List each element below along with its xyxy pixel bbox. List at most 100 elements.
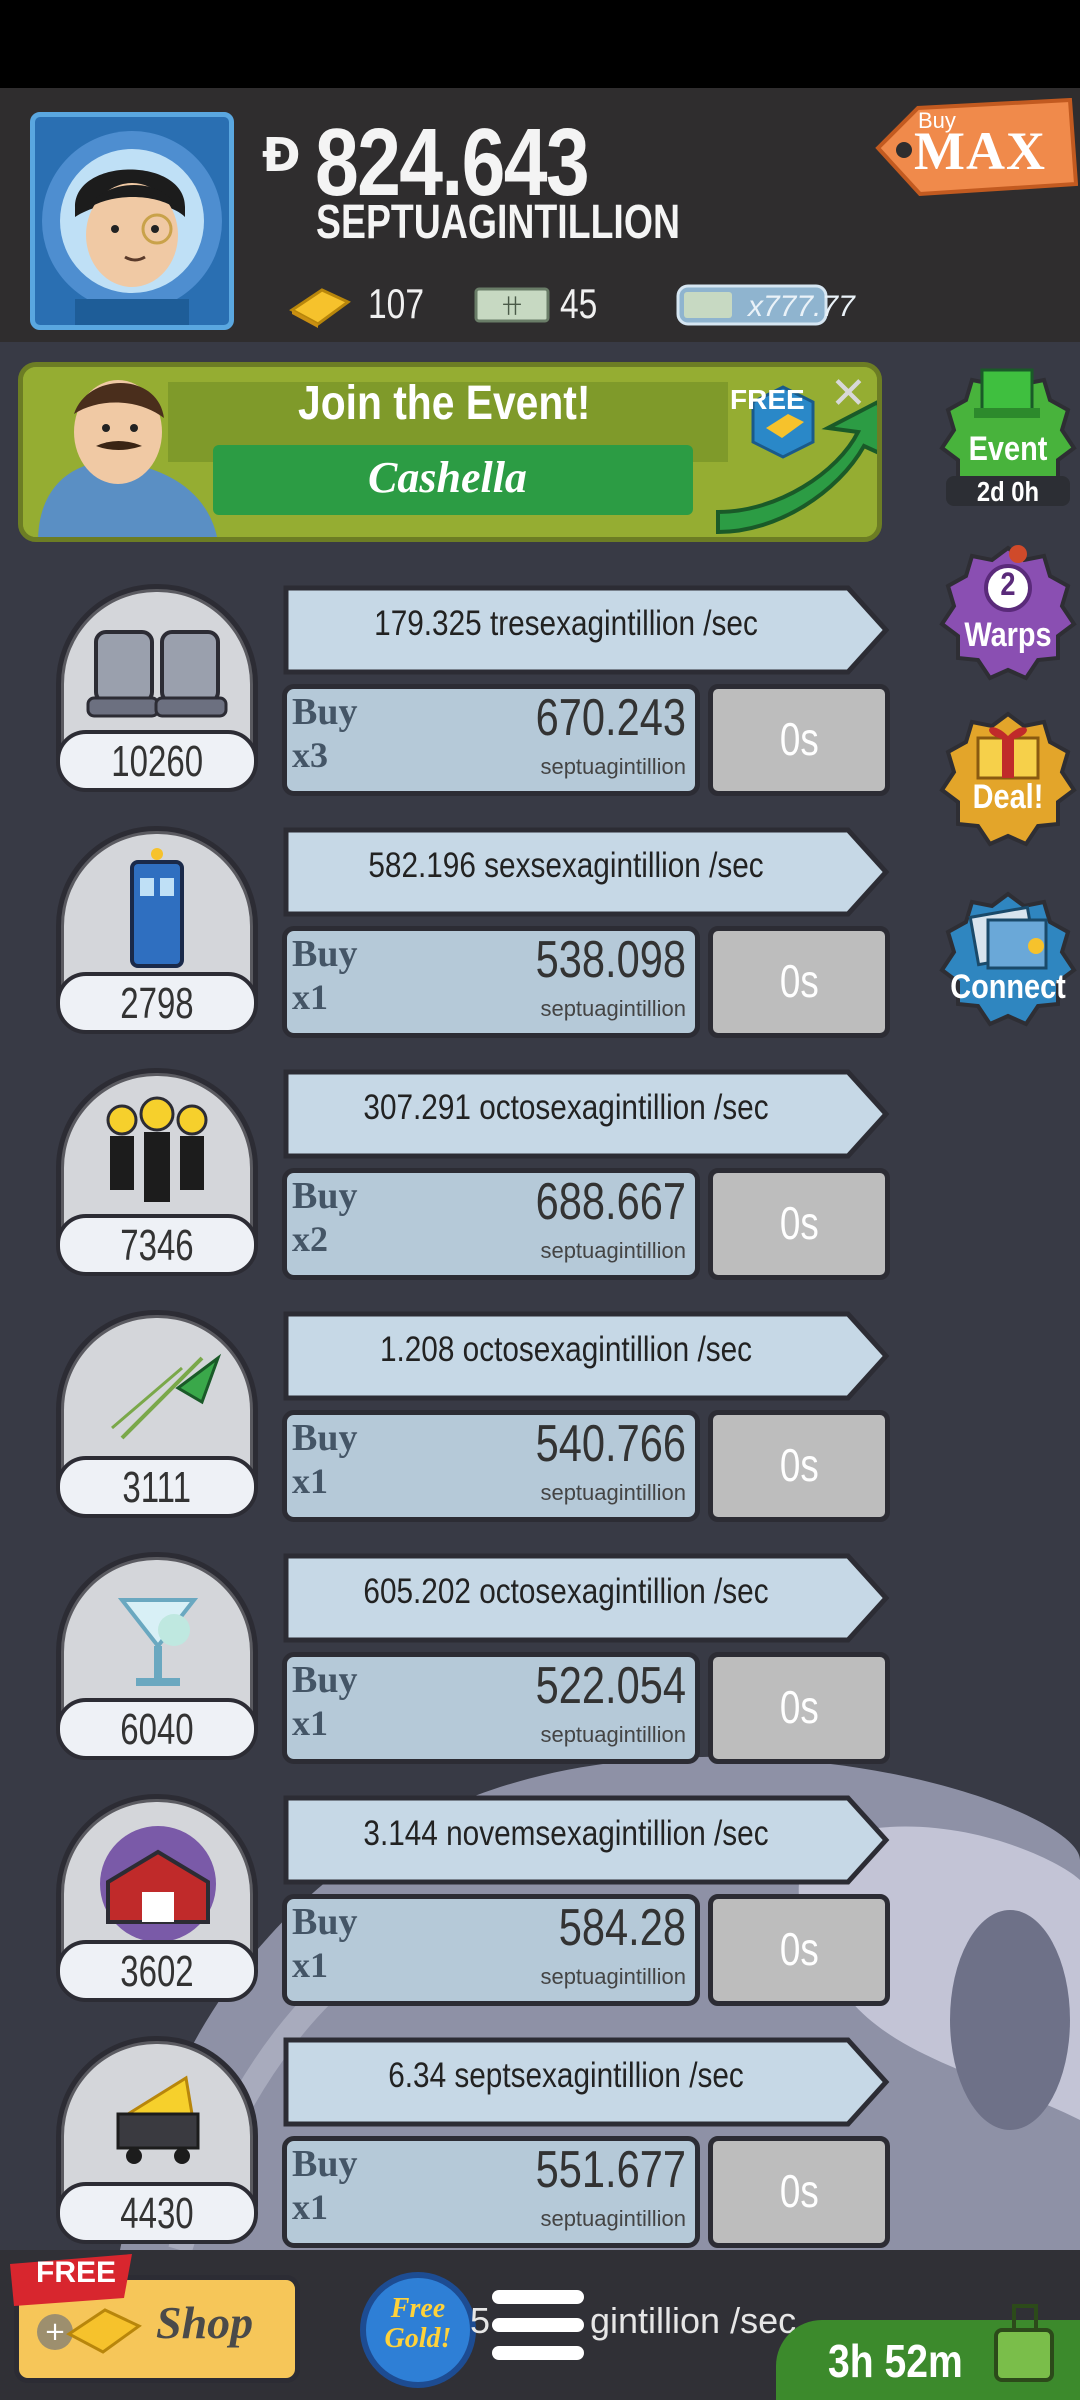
business-row: 4430 6.34 septsexagintillion /sec Buy x1 551… bbox=[0, 2036, 900, 2266]
shop-label: Shop bbox=[156, 2297, 254, 2348]
buy-cost: 538.098 bbox=[535, 931, 686, 989]
clones-icon bbox=[106, 1096, 208, 1202]
astronaut-portrait-icon bbox=[42, 131, 222, 325]
production-rate: 1.208 octosexagintillion /sec bbox=[379, 1330, 753, 1369]
cycle-timer-button[interactable]: 0s bbox=[708, 1410, 890, 1522]
partial-rate-digit: 5 bbox=[470, 2300, 491, 2341]
business-icon-backdrop bbox=[64, 1076, 250, 1226]
business-row: 6040 605.202 octosexagintillion /sec Buy x1… bbox=[0, 1552, 900, 1782]
business-count-pill: 7346 bbox=[56, 1214, 258, 1276]
cycle-timer: 0s bbox=[779, 2165, 819, 2217]
business-icon-backdrop bbox=[64, 834, 250, 984]
business-count: 3602 bbox=[120, 1947, 194, 1996]
business-count-pill: 6040 bbox=[56, 1698, 258, 1760]
gold-count: 107 bbox=[368, 280, 425, 327]
warps-count: 2 bbox=[1000, 566, 1016, 602]
buy-cost: 688.667 bbox=[535, 1173, 686, 1231]
buy-multiplier: x2 bbox=[292, 1219, 328, 1259]
buy-label: Buy bbox=[292, 691, 358, 733]
buy-cost: 551.677 bbox=[535, 2141, 686, 2199]
business-count: 2798 bbox=[120, 979, 194, 1028]
business-count-pill: 10260 bbox=[56, 730, 258, 792]
multiplier-value: x777.77 bbox=[748, 290, 855, 323]
buy-cost: 540.766 bbox=[535, 1415, 686, 1473]
business-row: 2798 582.196 sexsexagintillion /sec Buy x1 5… bbox=[0, 826, 900, 1056]
buy-cost: 522.054 bbox=[535, 1657, 686, 1715]
event-badge-timer: 2d 0h bbox=[976, 476, 1040, 507]
partial-rate-text: gintillion /sec bbox=[590, 2300, 797, 2341]
business-icon-backdrop bbox=[64, 592, 250, 742]
cycle-timer: 0s bbox=[779, 1197, 819, 1249]
business-count: 3111 bbox=[122, 1463, 192, 1512]
production-rate: 605.202 octosexagintillion /sec bbox=[363, 1572, 769, 1611]
business-icon-backdrop bbox=[64, 1318, 250, 1468]
production-rate: 179.325 tresexagintillion /sec bbox=[374, 604, 758, 643]
business-count: 10260 bbox=[111, 737, 203, 786]
megabucks-count: 45 bbox=[560, 280, 598, 327]
business-count: 6040 bbox=[120, 1705, 194, 1754]
event-free-badge: FREE bbox=[730, 384, 805, 415]
event-close-button[interactable]: ✕ bbox=[830, 368, 867, 419]
buy-label: Buy bbox=[292, 1901, 358, 1943]
connect-button[interactable] bbox=[938, 890, 1078, 1030]
buy-label: Buy bbox=[292, 1175, 358, 1217]
cycle-timer: 0s bbox=[779, 1439, 819, 1491]
cycle-timer: 0s bbox=[779, 1681, 819, 1733]
cycle-timer: 0s bbox=[779, 955, 819, 1007]
warps-button[interactable] bbox=[938, 544, 1078, 684]
business-icon-backdrop bbox=[64, 2044, 250, 2194]
free-gold-label: Free Gold! bbox=[384, 2293, 452, 2354]
bottom-timer: 3h 52m bbox=[828, 2335, 963, 2387]
buy-label: Buy bbox=[292, 2143, 358, 2185]
moon-boots-icon bbox=[86, 630, 228, 718]
player-avatar[interactable] bbox=[30, 112, 234, 330]
cycle-timer-button[interactable]: 0s bbox=[708, 684, 890, 796]
business-count-pill: 2798 bbox=[56, 972, 258, 1034]
cash-unit: SEPTUAGINTILLION bbox=[316, 196, 681, 249]
free-ribbon-label: FREE bbox=[36, 2256, 117, 2289]
cycle-timer-button[interactable]: 0s bbox=[708, 2136, 890, 2248]
buy-cost: 670.243 bbox=[535, 689, 686, 747]
cycle-timer-button[interactable]: 0s bbox=[708, 926, 890, 1038]
cycle-timer: 0s bbox=[779, 713, 819, 765]
business-icon-backdrop bbox=[64, 1802, 250, 1952]
buy-cost-unit: septuagintillion bbox=[540, 1238, 686, 1263]
business-row: 3602 3.144 novemsexagintillion /sec Buy x1 5… bbox=[0, 1794, 900, 2024]
cycle-timer: 0s bbox=[779, 1923, 819, 1975]
event-title: Join the Event! bbox=[298, 377, 591, 430]
buy-label: Buy bbox=[292, 1659, 358, 1701]
cycle-timer-button[interactable]: 0s bbox=[708, 1652, 890, 1764]
svg-text:卄: 卄 bbox=[502, 294, 522, 318]
connect-label: Connect bbox=[950, 968, 1066, 1006]
rocket-icon bbox=[111, 1353, 222, 1440]
cycle-timer-button[interactable]: 0s bbox=[708, 1894, 890, 2006]
buy-cost-unit: septuagintillion bbox=[540, 1964, 686, 1989]
cycle-timer-button[interactable]: 0s bbox=[708, 1168, 890, 1280]
business-icon-backdrop bbox=[64, 1560, 250, 1710]
buy-label: Buy bbox=[292, 1417, 358, 1459]
buy-label: Buy bbox=[292, 933, 358, 975]
business-row: 10260 179.325 tresexagintillion /sec Buy x3… bbox=[0, 584, 900, 814]
gold-bar-icon bbox=[289, 288, 351, 328]
buy-multiplier: x1 bbox=[292, 1945, 328, 1985]
event-badge-label: Event bbox=[968, 430, 1048, 468]
svg-text:+: + bbox=[44, 2317, 66, 2347]
production-rate: 582.196 sexsexagintillion /sec bbox=[368, 846, 764, 885]
buy-cost-unit: septuagintillion bbox=[540, 754, 686, 779]
production-rate: 307.291 octosexagintillion /sec bbox=[363, 1088, 769, 1127]
status-bar bbox=[0, 0, 1080, 88]
buy-cost-unit: septuagintillion bbox=[540, 996, 686, 1021]
menu-icon[interactable] bbox=[490, 2286, 586, 2366]
envelope-icon[interactable] bbox=[990, 2296, 1060, 2386]
production-rate: 3.144 novemsexagintillion /sec bbox=[363, 1814, 769, 1853]
cocktail-glass-icon bbox=[117, 1598, 199, 1686]
business-count: 4430 bbox=[120, 2189, 194, 2238]
business-count: 7346 bbox=[120, 1221, 194, 1270]
buy-multiplier: x1 bbox=[292, 977, 328, 1017]
buy-cost-unit: septuagintillion bbox=[540, 1722, 686, 1747]
buy-multiplier: x3 bbox=[292, 735, 328, 775]
megabucks-icon: 卄 bbox=[474, 287, 550, 323]
cash-currency-icon: Ð bbox=[262, 128, 301, 182]
buy-cost-unit: septuagintillion bbox=[540, 1480, 686, 1505]
deal-label: Deal! bbox=[972, 778, 1044, 816]
